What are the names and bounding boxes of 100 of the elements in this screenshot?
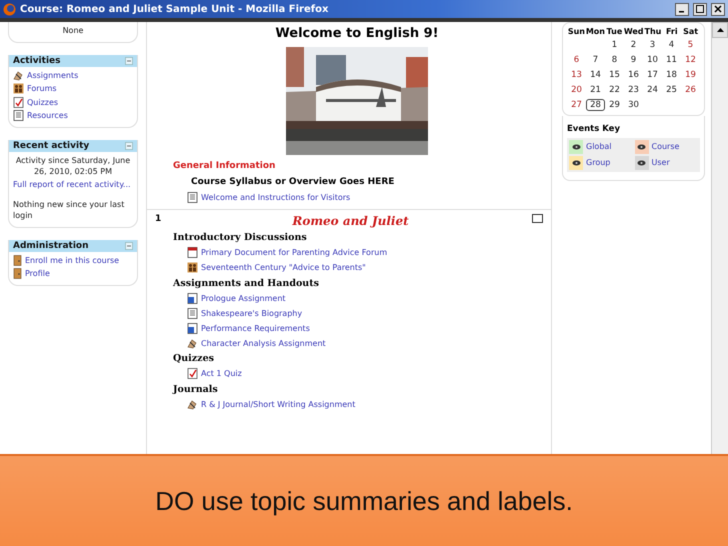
block-link[interactable]: Full report of recent activity... [13, 179, 133, 190]
door-icon [13, 268, 22, 280]
calendar-day[interactable]: 1 [605, 39, 624, 51]
collapse-icon[interactable] [125, 142, 133, 150]
close-button[interactable] [711, 2, 725, 16]
maximize-icon [696, 5, 704, 13]
block-title: Recent activity [13, 140, 90, 151]
calendar-day[interactable]: 9 [624, 54, 643, 66]
calendar-day[interactable]: 19 [681, 69, 700, 81]
weekday-label: Mon [586, 27, 605, 36]
calendar-day[interactable]: 12 [681, 54, 700, 66]
calendar-day[interactable]: 20 [567, 84, 586, 96]
word-document-icon [187, 292, 198, 304]
weekday-label: Sun [567, 27, 586, 36]
eye-icon[interactable] [572, 144, 580, 150]
calendar-day[interactable]: 4 [662, 39, 681, 51]
block-link[interactable]: Assignments [27, 70, 78, 82]
activity-link[interactable]: Shakespeare's Biography [201, 308, 302, 319]
document-icon [13, 110, 24, 121]
event-type-link[interactable]: Group [586, 157, 610, 169]
calendar-day[interactable]: 29 [605, 99, 624, 111]
up-arrow-icon [716, 28, 724, 32]
hand-pencil-icon [13, 70, 24, 82]
highlight-toggle[interactable] [532, 214, 543, 224]
activity-link[interactable]: Seventeenth Century "Advice to Parents" [201, 262, 366, 274]
block-text: None [62, 25, 84, 36]
checkmark-document-icon [13, 96, 24, 108]
weekday-label: Sat [682, 27, 700, 36]
calendar-day[interactable]: 2 [624, 39, 643, 51]
group-label: Quizzes [173, 353, 215, 364]
calendar-day[interactable]: 23 [624, 84, 643, 96]
weekday-label: Fri [664, 27, 679, 36]
checkmark-document-icon [187, 368, 198, 380]
browser-logo-icon [3, 2, 16, 16]
scroll-up-button[interactable] [712, 22, 728, 38]
hand-pencil-icon [187, 338, 198, 350]
calendar-day[interactable]: 21 [586, 84, 605, 96]
people-icon [187, 262, 198, 274]
hand-pencil-icon [187, 398, 198, 410]
calendar-day[interactable]: 28 [586, 99, 605, 111]
event-type-link[interactable]: Global [586, 141, 612, 153]
calendar-day[interactable]: 17 [643, 69, 662, 81]
activity-text: Activity since Saturday, June 26, 2010, 02:05 PM [14, 154, 132, 178]
resource-link[interactable]: Welcome and Instructions for Visitors [201, 192, 350, 204]
calendar-day[interactable]: 22 [605, 84, 624, 96]
label-text: Course Syllabus or Overview Goes HERE [191, 177, 396, 187]
calendar-day[interactable]: 7 [586, 54, 605, 66]
weekday-label: Wed [624, 27, 644, 36]
collapse-icon[interactable] [125, 57, 133, 66]
block-link[interactable]: Resources [27, 110, 68, 121]
weekday-label: Tue [606, 27, 624, 36]
calendar-day[interactable]: 14 [586, 69, 605, 81]
pdf-document-icon [187, 247, 198, 258]
people-icon [13, 83, 24, 94]
activity-link[interactable]: Prologue Assignment [201, 292, 286, 304]
activity-link[interactable]: R & J Journal/Short Writing Assignment [201, 398, 356, 410]
activity-link[interactable]: Character Analysis Assignment [201, 338, 326, 350]
topic-number: 1 [155, 214, 162, 226]
scrollbar[interactable] [711, 22, 728, 454]
eye-icon[interactable] [572, 160, 580, 166]
block-link[interactable]: Profile [25, 268, 50, 280]
calendar-day[interactable]: 3 [643, 39, 662, 51]
activity-link[interactable]: Act 1 Quiz [201, 368, 242, 380]
calendar-day[interactable]: 5 [681, 39, 700, 51]
calendar-day[interactable]: 10 [643, 54, 662, 66]
calendar-day[interactable]: 30 [624, 99, 643, 111]
calendar-day[interactable]: 24 [643, 84, 662, 96]
door-icon [13, 254, 22, 266]
course-heading: Welcome to English 9! [275, 26, 439, 41]
maximize-button[interactable] [693, 2, 707, 16]
calendar-day[interactable]: 13 [567, 69, 586, 81]
calendar-day[interactable]: 26 [681, 84, 700, 96]
document-icon [187, 308, 198, 319]
section-label: General Information [173, 161, 276, 171]
calendar-day[interactable]: 18 [662, 69, 681, 81]
calendar-day[interactable]: 25 [662, 84, 681, 96]
event-type-link[interactable]: User [652, 157, 670, 169]
calendar-day[interactable]: 15 [605, 69, 624, 81]
event-type-link[interactable]: Course [652, 141, 680, 153]
group-label: Assignments and Handouts [173, 278, 320, 289]
block-link[interactable]: Forums [27, 83, 57, 95]
calendar-day[interactable]: 8 [605, 54, 624, 66]
minimize-button[interactable] [675, 2, 689, 16]
collapse-icon[interactable] [125, 242, 133, 250]
block-title: Administration [13, 240, 89, 251]
calendar-day[interactable]: 6 [567, 54, 586, 66]
activity-link[interactable]: Performance Requirements [201, 322, 310, 334]
eye-icon[interactable] [637, 160, 646, 166]
block-link[interactable]: Quizzes [27, 96, 58, 108]
calendar-day[interactable]: 27 [567, 99, 586, 111]
calendar-day[interactable]: 16 [624, 69, 643, 81]
block-text: Nothing new since your last login [13, 198, 126, 221]
activity-link[interactable]: Primary Document for Parenting Advice Forum [201, 247, 388, 258]
block-title: Activities [13, 56, 60, 66]
word-document-icon [187, 323, 198, 334]
block-link[interactable]: Enroll me in this course [25, 254, 120, 266]
eye-icon[interactable] [637, 144, 646, 150]
calendar-day[interactable]: 11 [662, 54, 681, 66]
weekday-label: Thu [644, 27, 662, 36]
topic-title: Romeo and Juliet [292, 214, 409, 228]
